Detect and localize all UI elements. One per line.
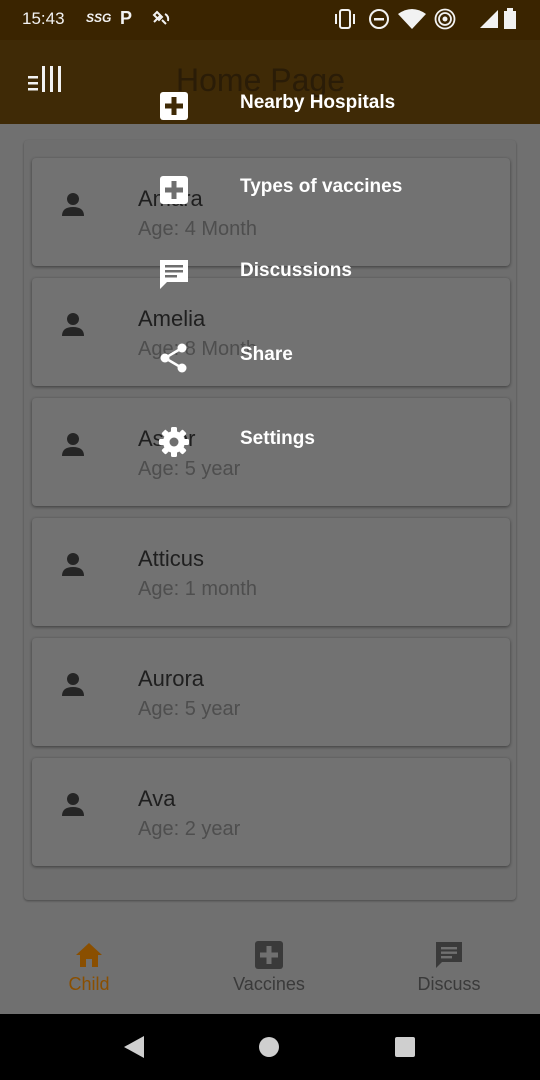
- child-name: Atticus: [138, 546, 205, 571]
- child-card[interactable]: Aurora Age: 5 year: [32, 638, 510, 746]
- menu-label: Discussions: [240, 260, 352, 281]
- nav-label-vaccines: Vaccines: [233, 974, 305, 994]
- child-age: Age: 2 year: [138, 818, 241, 840]
- menu-item-settings[interactable]: Settings: [158, 422, 458, 462]
- person-icon: [62, 672, 84, 696]
- nav-item-discuss[interactable]: Discuss: [384, 940, 514, 995]
- wifi-icon: [396, 8, 428, 34]
- menu-label: Types of vaccines: [240, 176, 403, 197]
- menu-label: Settings: [240, 428, 315, 449]
- person-icon: [62, 792, 84, 816]
- home-circle-icon[interactable]: [258, 1036, 280, 1062]
- menu-icon[interactable]: [28, 62, 66, 98]
- back-icon[interactable]: [122, 1034, 146, 1064]
- vibrate-icon: [332, 8, 358, 34]
- child-name: Aurora: [138, 666, 205, 691]
- nav-item-child[interactable]: Child: [24, 940, 154, 995]
- hospital-icon: [158, 174, 190, 206]
- chat-icon: [434, 940, 464, 970]
- hospital-icon: [254, 940, 284, 970]
- status-bar: 15:43 SSG P: [0, 0, 540, 40]
- home-icon: [74, 940, 104, 970]
- child-age: Age: 4 Month: [138, 218, 257, 240]
- recents-icon[interactable]: [394, 1036, 416, 1062]
- child-name: Ava: [138, 786, 176, 811]
- hotspot-icon: [432, 8, 458, 34]
- bottom-nav: Child Vaccines Discuss: [0, 924, 540, 1014]
- menu-item-share[interactable]: Share: [158, 338, 458, 378]
- menu-item-nearby-hospitals[interactable]: Nearby Hospitals: [158, 86, 458, 126]
- battery-icon: [503, 8, 517, 34]
- menu-label: Nearby Hospitals: [240, 92, 396, 113]
- hospital-icon: [158, 90, 190, 122]
- carrier-badge: SSG: [86, 11, 112, 25]
- person-icon: [62, 192, 84, 216]
- chat-icon: [158, 258, 190, 290]
- status-time: 15:43: [22, 9, 65, 28]
- menu-label: Share: [240, 344, 293, 365]
- parking-icon: P: [120, 8, 133, 28]
- menu-item-types-of-vaccines[interactable]: Types of vaccines: [158, 170, 458, 210]
- share-icon: [158, 342, 190, 374]
- child-age: Age: 5 year: [138, 698, 241, 720]
- child-card[interactable]: Atticus Age: 1 month: [32, 518, 510, 626]
- child-name: Amelia: [138, 306, 206, 331]
- nav-item-vaccines[interactable]: Vaccines: [204, 940, 334, 995]
- signal-icon: [478, 8, 500, 34]
- nav-label-child: Child: [68, 974, 110, 994]
- person-icon: [62, 552, 84, 576]
- gear-icon: [158, 426, 190, 458]
- child-card[interactable]: Ava Age: 2 year: [32, 758, 510, 866]
- satellite-icon: [150, 8, 172, 34]
- system-nav-bar: [0, 1014, 540, 1080]
- child-age: Age: 1 month: [138, 578, 257, 600]
- person-icon: [62, 312, 84, 336]
- nav-label-discuss: Discuss: [417, 974, 481, 994]
- do-not-disturb-icon: [368, 8, 390, 34]
- person-icon: [62, 432, 84, 456]
- menu-item-discussions[interactable]: Discussions: [158, 254, 458, 294]
